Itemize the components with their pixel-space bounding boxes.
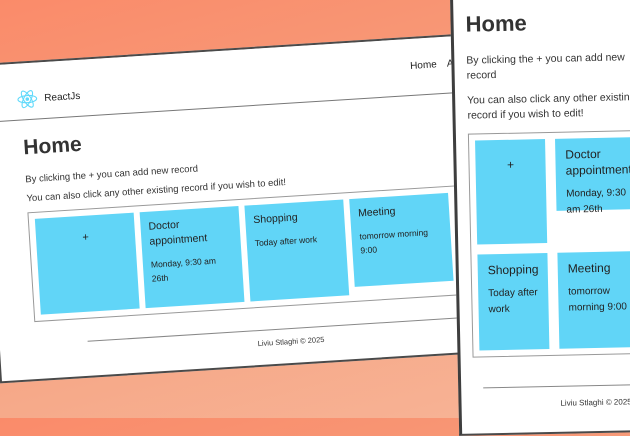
zoomed-app-window: Home By clicking the + you can add new r… <box>450 0 630 436</box>
record-desc: Today after work <box>254 234 318 249</box>
add-record-label: + <box>506 157 515 172</box>
zoomed-content: Home By clicking the + you can add new r… <box>453 0 630 410</box>
record-card[interactable]: Meeting tomorrow morning 9:00 <box>349 192 454 287</box>
footer-divider <box>483 383 630 389</box>
record-card[interactable]: Doctor appointment Monday, 9:30 am 26th <box>555 136 630 216</box>
record-card[interactable]: Shopping Today after work <box>244 199 350 302</box>
react-logo-icon <box>17 90 38 109</box>
record-card[interactable]: Meeting tomorrow morning 9:00 <box>557 250 630 349</box>
record-title: Meeting <box>357 205 396 220</box>
record-card[interactable]: Doctor appointment Monday, 9:30 am 26th <box>139 206 245 309</box>
brand[interactable]: ReactJs <box>16 85 81 111</box>
add-record-label: + <box>82 231 90 244</box>
nav-link-home[interactable]: Home <box>410 59 437 72</box>
record-title: Doctor appointment <box>565 146 630 178</box>
main-content: Home By clicking the + you can add new r… <box>0 91 504 364</box>
add-record-button[interactable]: + <box>34 212 140 315</box>
record-desc: tomorrow morning 9:00 <box>568 285 628 314</box>
records-grid: + Doctor appointment Monday, 9:30 am 26t… <box>467 129 630 358</box>
record-title: Shopping <box>487 262 539 278</box>
page-title: Home <box>465 10 527 37</box>
intro-add-text: By clicking the + you can add new record <box>466 51 625 82</box>
records-grid: + Doctor appointment Monday, 9:30 am 26t… <box>27 185 466 323</box>
add-record-button[interactable]: + <box>475 139 548 245</box>
record-title: Doctor appointment <box>148 218 208 248</box>
record-title: Shopping <box>252 211 299 227</box>
record-desc: Monday, 9:30 am 26th <box>566 187 627 216</box>
app-window: ReactJs Home About Home By clicking the … <box>0 32 508 384</box>
record-card[interactable]: Shopping Today after work <box>477 253 550 351</box>
record-title: Meeting <box>567 260 611 276</box>
record-desc: tomorrow morning 9:00 <box>359 227 429 256</box>
intro-edit-text: You can also click any other existing re… <box>467 91 630 122</box>
brand-name: ReactJs <box>43 90 81 104</box>
record-desc: Today after work <box>488 287 538 316</box>
footer-text: Liviu Stlaghi © 2025 <box>560 397 630 408</box>
record-desc: Monday, 9:30 am 26th <box>150 255 217 284</box>
